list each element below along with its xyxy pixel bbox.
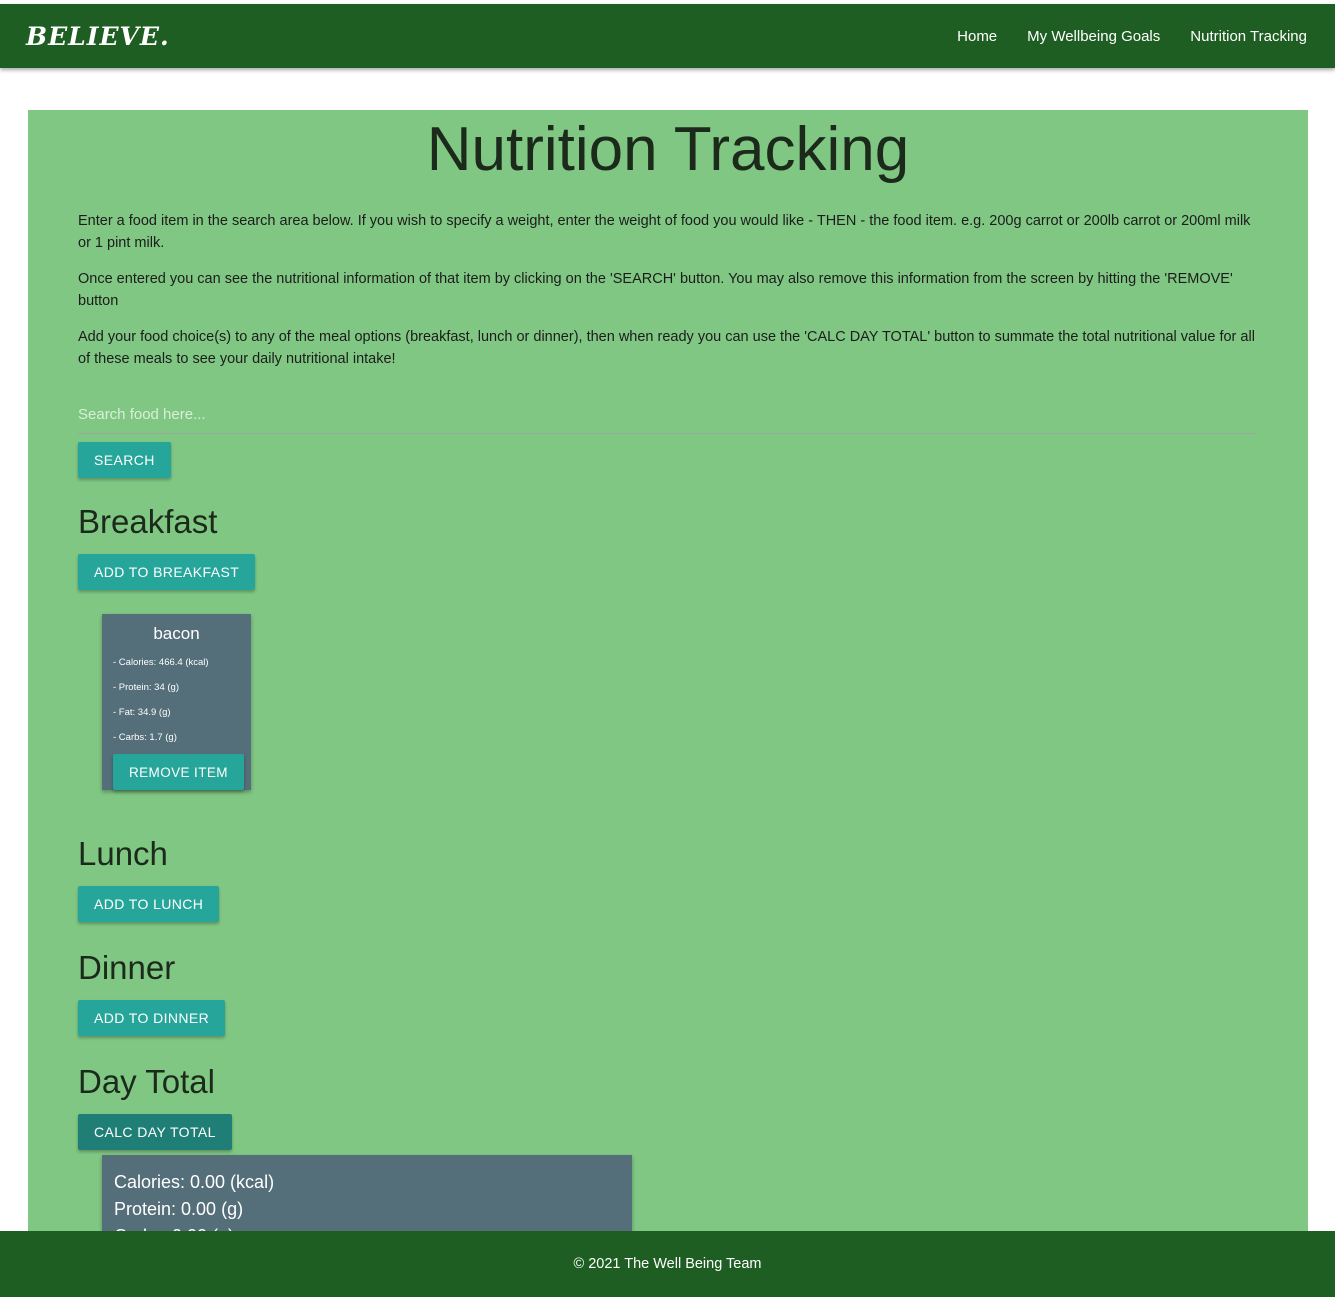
day-total-card: Calories: 0.00 (kcal) Protein: 0.00 (g) … (102, 1155, 632, 1235)
instructions-paragraph-2: Once entered you can see the nutritional… (78, 271, 1233, 309)
page-footer: © 2021 The Well Being Team (0, 1231, 1335, 1297)
dinner-heading: Dinner (78, 949, 176, 986)
add-to-lunch-button[interactable]: ADD TO LUNCH (78, 886, 220, 922)
food-item-calories: - Calories: 466.4 (kcal) (113, 657, 209, 668)
food-item-fat: - Fat: 34.9 (g) (113, 707, 171, 718)
add-to-breakfast-button[interactable]: ADD TO BREAKFAST (78, 554, 256, 590)
top-navbar: BELIEVE. Home My Wellbeing Goals Nutriti… (0, 4, 1335, 68)
nav-link-wellbeing-goals[interactable]: My Wellbeing Goals (1027, 28, 1160, 45)
food-search-input[interactable] (78, 396, 1255, 434)
instructions-paragraph-3: Add your food choice(s) to any of the me… (78, 329, 1255, 367)
lunch-heading: Lunch (78, 835, 168, 872)
day-total-heading: Day Total (78, 1063, 215, 1100)
food-item-name: bacon (153, 624, 200, 643)
nutrition-panel: Nutrition Tracking Enter a food item in … (28, 110, 1308, 1235)
calc-day-total-button[interactable]: CALC DAY TOTAL (78, 1114, 232, 1150)
food-item-card: bacon - Calories: 466.4 (kcal) - Protein… (102, 614, 251, 790)
search-button[interactable]: SEARCH (78, 442, 171, 478)
breakfast-heading: Breakfast (78, 503, 218, 540)
total-calories: Calories: 0.00 (kcal) (114, 1172, 275, 1192)
footer-copyright: © 2021 The Well Being Team (573, 1256, 762, 1272)
food-item-carbs: - Carbs: 1.7 (g) (113, 732, 177, 743)
total-protein: Protein: 0.00 (g) (114, 1199, 244, 1219)
nav-link-nutrition-tracking[interactable]: Nutrition Tracking (1190, 28, 1307, 45)
brand-logo[interactable]: BELIEVE. (26, 22, 170, 51)
nav-link-home[interactable]: Home (957, 28, 997, 45)
add-to-dinner-button[interactable]: ADD TO DINNER (78, 1000, 226, 1036)
nav-links: Home My Wellbeing Goals Nutrition Tracki… (957, 28, 1307, 45)
page-title: Nutrition Tracking (426, 115, 910, 184)
remove-item-button[interactable]: REMOVE ITEM (113, 754, 244, 790)
instructions-paragraph-1: Enter a food item in the search area bel… (78, 213, 1251, 251)
food-item-protein: - Protein: 34 (g) (113, 682, 179, 693)
